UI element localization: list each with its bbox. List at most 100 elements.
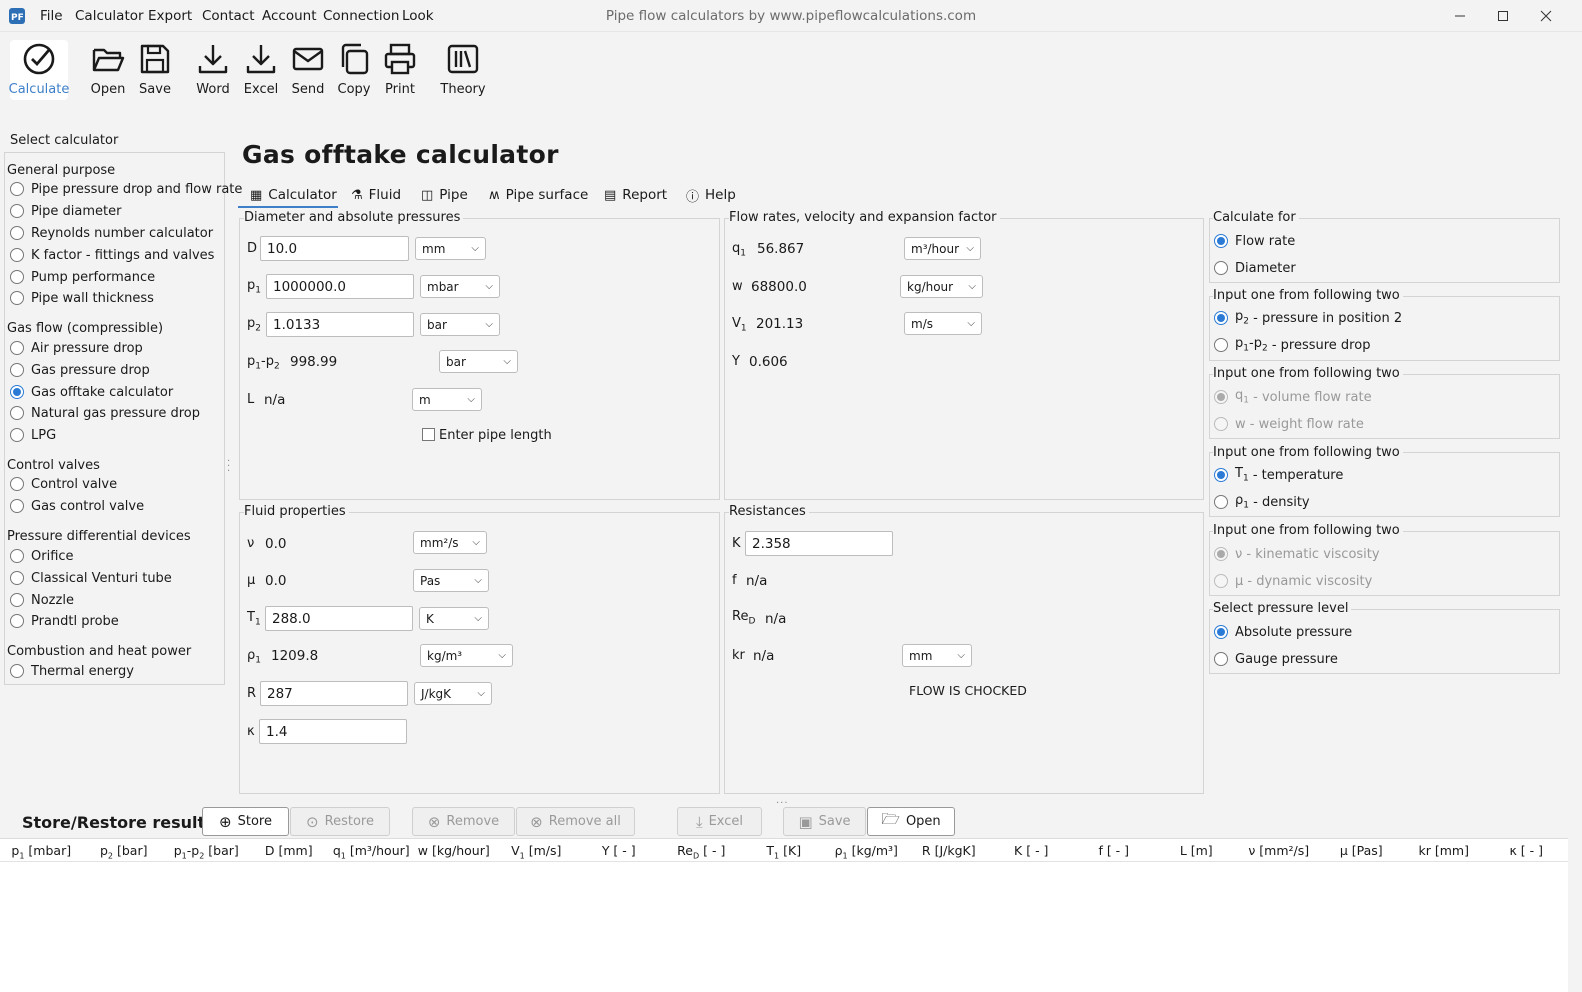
nu-unit-select[interactable]: mm²/s ⌵ [413,531,487,554]
k-input[interactable]: 2.358 [745,531,893,556]
print-label: Print [385,82,415,97]
radio-lpg[interactable]: LPG [10,425,56,445]
radio-pump[interactable]: Pump performance [10,267,155,287]
radio-prandtl[interactable]: Prandtl probe [10,611,119,631]
radio-flow-rate[interactable]: Flow rate [1214,231,1295,251]
radio-mu[interactable]: μ - dynamic viscosity [1214,571,1372,591]
store-open-button[interactable]: 🗁 Open [867,807,955,836]
remove-all-button[interactable]: ⊗ Remove all [516,807,635,836]
radio-air-pressure-drop[interactable]: Air pressure drop [10,338,143,358]
maximize-button[interactable] [1480,0,1526,32]
radio-gas-offtake[interactable]: Gas offtake calculator [10,382,173,402]
splitter-handle[interactable]: · · · [227,457,231,477]
radio-reynolds[interactable]: Reynolds number calculator [10,223,213,243]
radio-wall-thickness[interactable]: Pipe wall thickness [10,288,154,308]
p2-input[interactable]: 1.0133 [266,312,414,337]
col-p2[interactable]: p2 [bar] [83,839,166,861]
title-bar: PF File Calculator Export Contact Accoun… [0,0,1582,32]
d-input[interactable]: 10.0 [260,236,409,261]
p1-input[interactable]: 1000000.0 [266,274,414,299]
col-r[interactable]: R [J/kgK] [908,839,991,861]
radio-q1[interactable]: q1 - volume flow rate [1214,387,1372,407]
radio-k-factor[interactable]: K factor - fittings and valves [10,245,214,265]
flow-input-title: Input one from following two [1213,366,1403,381]
radio-w[interactable]: w - weight flow rate [1214,414,1364,434]
theory-button[interactable]: Theory [435,42,491,100]
minimize-button[interactable] [1437,0,1483,32]
store-excel-button[interactable]: ⤓ Excel [677,807,762,836]
tab-fluid[interactable]: ⚗ Fluid [351,184,401,206]
q1-unit-select[interactable]: m³/hour ⌵ [904,237,981,260]
col-d[interactable]: D [mm] [248,839,331,861]
p2-unit-select[interactable]: bar ⌵ [420,313,500,336]
r-unit-select[interactable]: J/kgK ⌵ [414,682,492,705]
t1-input[interactable]: 288.0 [265,606,413,631]
dp-unit-select[interactable]: bar ⌵ [439,350,518,373]
r-input[interactable]: 287 [260,681,408,706]
store-save-button[interactable]: ▣ Save [783,807,866,836]
col-kappa[interactable]: κ [ - ] [1485,839,1568,861]
calculate-button[interactable]: Calculate [9,40,69,100]
radio-pipe-pressure-drop[interactable]: Pipe pressure drop and flow rate [10,179,242,199]
enter-length-checkbox[interactable] [422,428,435,441]
kr-value: n/a [753,648,775,664]
y-value: 0.606 [749,354,788,370]
radio-diameter[interactable]: Diameter [1214,258,1296,278]
kr-unit-select[interactable]: mm ⌵ [902,644,972,667]
radio-nu[interactable]: ν - kinematic viscosity [1214,544,1380,564]
d-unit-select[interactable]: mm ⌵ [415,237,486,260]
col-dp[interactable]: p1-p2 [bar] [165,839,248,861]
col-f[interactable]: f [ - ] [1073,839,1156,861]
col-re[interactable]: ReD [ - ] [660,839,743,861]
radio-thermal-energy[interactable]: Thermal energy [10,661,134,681]
col-t1[interactable]: T1 [K] [743,839,826,861]
results-table-body[interactable] [0,862,1568,992]
l-unit-select[interactable]: m ⌵ [412,388,482,411]
t1-unit-select[interactable]: K ⌵ [419,607,489,630]
col-w[interactable]: w [kg/hour] [413,839,496,861]
col-kr[interactable]: kr [mm] [1403,839,1486,861]
radio-t1[interactable]: T1 - temperature [1214,465,1343,485]
tab-pipe[interactable]: ◫ Pipe [421,184,468,206]
radio-absolute[interactable]: Absolute pressure [1214,622,1352,642]
restore-button[interactable]: ⊙ Restore [290,807,390,836]
save-button[interactable]: Save [127,42,183,100]
col-mu[interactable]: μ [Pas] [1320,839,1403,861]
radio-gauge[interactable]: Gauge pressure [1214,649,1338,669]
tab-calculator[interactable]: ▦ Calculator [250,184,337,206]
w-label: w [732,279,743,294]
col-nu[interactable]: ν [mm²/s] [1238,839,1321,861]
tab-pipe-surface[interactable]: ʍ Pipe surface [489,184,588,206]
w-unit-select[interactable]: kg/hour ⌵ [900,275,983,298]
radio-natural-gas[interactable]: Natural gas pressure drop [10,403,200,423]
close-button[interactable] [1523,0,1569,32]
radio-venturi[interactable]: Classical Venturi tube [10,568,172,588]
radio-control-valve[interactable]: Control valve [10,474,117,494]
col-q1[interactable]: q1 [m³/hour] [330,839,413,861]
col-k[interactable]: K [ - ] [990,839,1073,861]
p1-unit-select[interactable]: mbar ⌵ [420,275,500,298]
radio-pipe-diameter[interactable]: Pipe diameter [10,201,121,221]
calc-for-title: Calculate for [1213,210,1299,225]
col-l[interactable]: L [m] [1155,839,1238,861]
col-v1[interactable]: V1 [m/s] [495,839,578,861]
radio-p2[interactable]: p2 - pressure in position 2 [1214,308,1402,328]
remove-button[interactable]: ⊗ Remove [412,807,515,836]
radio-gas-control-valve[interactable]: Gas control valve [10,496,144,516]
col-rho1[interactable]: ρ1 [kg/m³] [825,839,908,861]
store-button[interactable]: ⊕ Store [202,807,289,836]
tab-help[interactable]: ⓘ Help [686,184,736,206]
rho1-unit-select[interactable]: kg/m³ ⌵ [420,644,513,667]
print-button[interactable]: Print [372,42,428,100]
mu-unit-select[interactable]: Pas ⌵ [413,569,489,592]
radio-gas-pressure-drop[interactable]: Gas pressure drop [10,360,150,380]
tab-report[interactable]: ▤ Report [604,184,667,206]
radio-p1-p2[interactable]: p1-p2 - pressure drop [1214,335,1370,355]
v1-unit-select[interactable]: m/s ⌵ [904,312,982,335]
kappa-input[interactable]: 1.4 [259,719,407,744]
radio-orifice[interactable]: Orifice [10,546,74,566]
col-p1[interactable]: p1 [mbar] [0,839,83,861]
col-y[interactable]: Y [ - ] [578,839,661,861]
radio-rho1[interactable]: ρ1 - density [1214,492,1310,512]
radio-nozzle[interactable]: Nozzle [10,590,74,610]
